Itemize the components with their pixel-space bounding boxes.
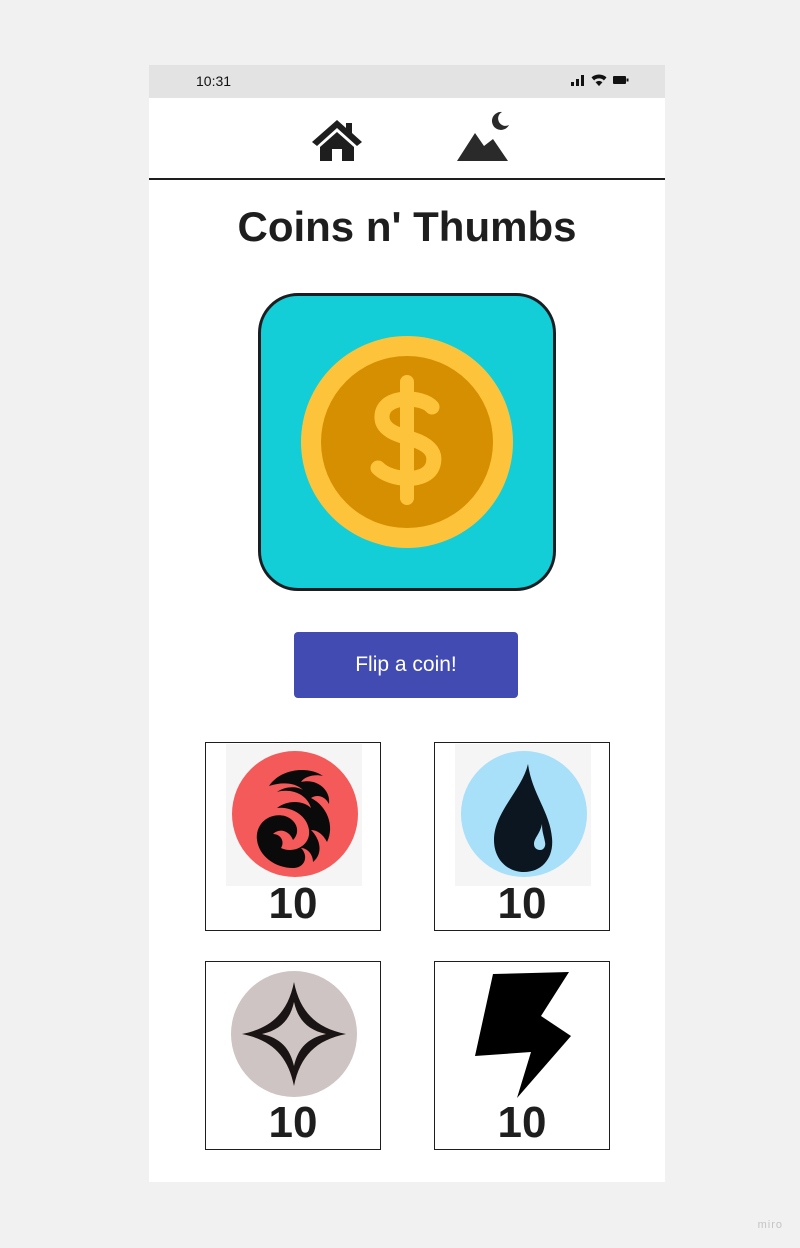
- counter-card[interactable]: 10: [205, 961, 381, 1150]
- status-time: 10:31: [196, 73, 232, 89]
- counter-value: 10: [497, 1098, 547, 1147]
- dollar-coin-icon: [301, 336, 513, 548]
- counter-card[interactable]: 10: [205, 742, 381, 931]
- home-icon[interactable]: [311, 118, 363, 162]
- counter-value: 10: [497, 879, 547, 928]
- page-title: Coins n' Thumbs: [237, 203, 577, 250]
- flip-coin-button[interactable]: Flip a coin!: [294, 632, 518, 698]
- lightning-bolt-icon: [475, 972, 571, 1098]
- battery-icon: [613, 76, 629, 84]
- top-navigation: [149, 98, 665, 180]
- coin-card: [258, 293, 556, 591]
- colorless-diamond-mana-icon: [231, 971, 357, 1097]
- counter-value: 10: [268, 1098, 318, 1147]
- signal-icon: [571, 75, 584, 86]
- counter-card[interactable]: 10: [434, 742, 610, 931]
- mountain-moon-icon[interactable]: [456, 110, 510, 162]
- counter-card[interactable]: 10: [434, 961, 610, 1150]
- counter-value: 10: [268, 879, 318, 928]
- status-bar: 10:31: [149, 65, 665, 98]
- miro-watermark: miro: [757, 1219, 783, 1231]
- wifi-icon: [591, 74, 607, 86]
- phone-frame: 10:31 Coins n' Thumbs Flip a coin! 10 10…: [149, 65, 665, 1182]
- water-drop-mana-icon: [461, 751, 587, 877]
- fire-mana-icon: [232, 751, 358, 877]
